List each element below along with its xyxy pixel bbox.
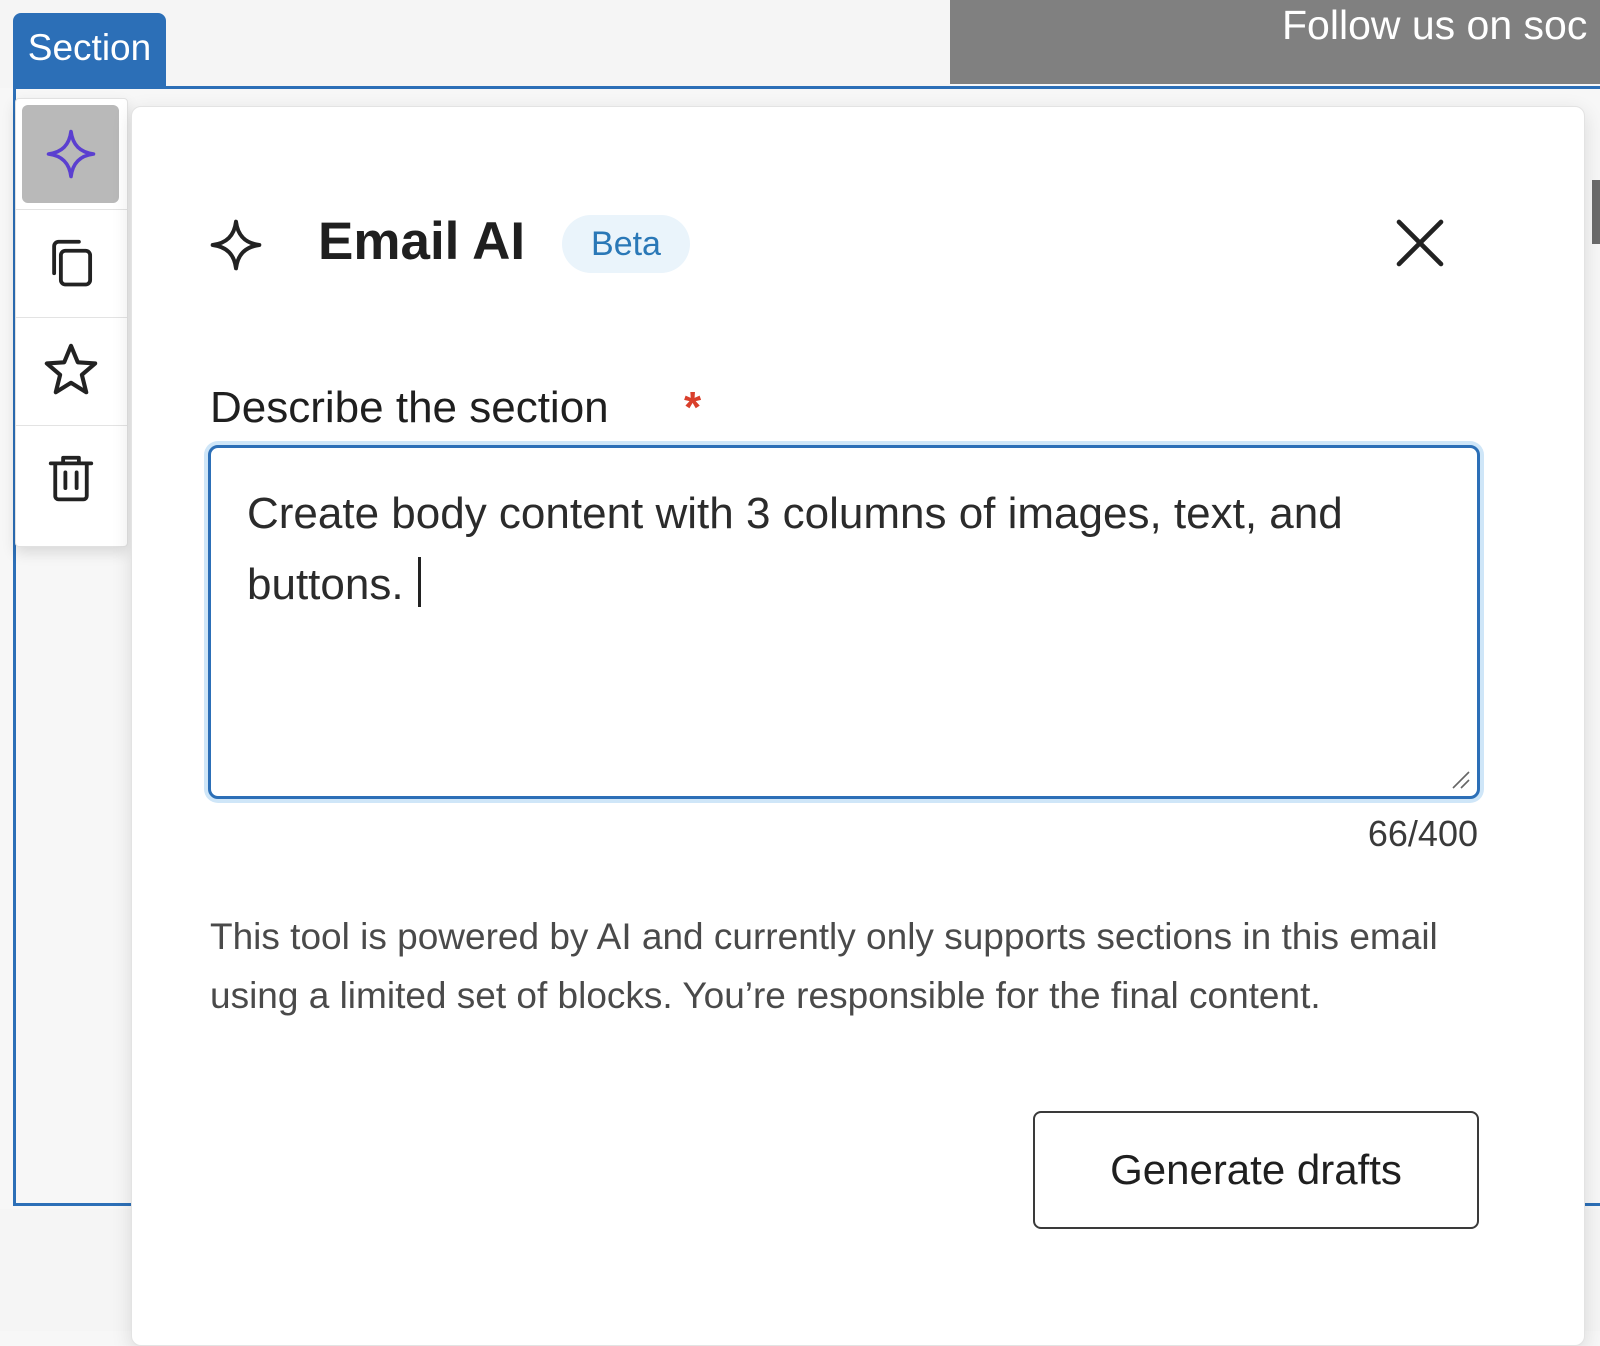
toolbar-divider (16, 317, 127, 318)
close-icon (1396, 219, 1444, 267)
panel-title: Email AI (318, 212, 526, 271)
toolbar-divider (16, 209, 127, 210)
delete-button[interactable] (22, 429, 119, 527)
section-tag[interactable]: Section (13, 13, 166, 89)
beta-badge: Beta (562, 215, 690, 273)
trash-icon (48, 455, 93, 502)
scrollbar-thumb[interactable] (1592, 180, 1600, 244)
duplicate-button[interactable] (22, 213, 119, 311)
favorite-button[interactable] (22, 321, 119, 419)
resize-handle-icon[interactable] (1449, 768, 1471, 790)
textarea-value: Create body content with 3 columns of im… (247, 489, 1343, 609)
social-banner-text: Follow us on soc (1282, 2, 1588, 48)
star-icon (44, 343, 97, 395)
character-count: 66/400 (1367, 813, 1478, 854)
description-label: Describe the section (210, 383, 609, 432)
ai-disclaimer: This tool is powered by AI and currently… (210, 916, 1438, 1016)
social-banner[interactable]: Follow us on soc (950, 0, 1600, 84)
text-caret (417, 557, 421, 607)
sparkle-icon (46, 129, 95, 179)
close-button[interactable] (1388, 211, 1452, 275)
toolbar-divider (16, 425, 127, 426)
email-ai-panel: Email AI Beta Describe the section * Cre… (131, 106, 1585, 1346)
section-description-textarea[interactable]: Create body content with 3 columns of im… (208, 445, 1480, 799)
sparkle-icon (210, 219, 262, 271)
duplicate-icon (51, 239, 92, 287)
required-indicator: * (684, 383, 702, 432)
ai-sparkle-button[interactable] (22, 105, 119, 203)
generate-drafts-button[interactable]: Generate drafts (1033, 1111, 1479, 1229)
section-toolbar (15, 98, 128, 547)
